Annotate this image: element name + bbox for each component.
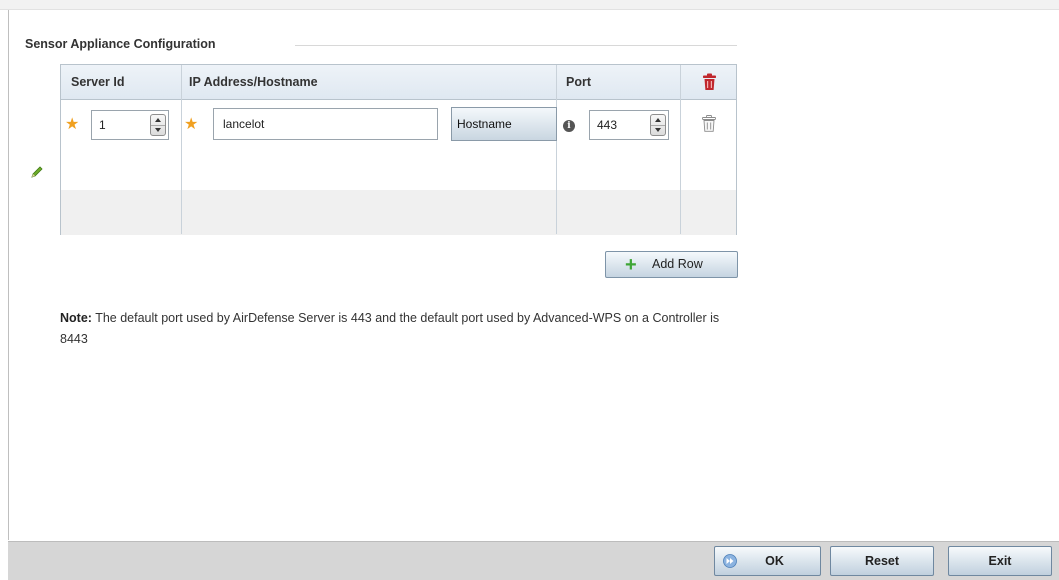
- left-border: [8, 10, 9, 540]
- decrement-button[interactable]: [151, 125, 165, 135]
- pencil-icon[interactable]: [29, 164, 45, 180]
- hostname-value[interactable]: lancelot: [223, 109, 264, 139]
- table-header: Server Id IP Address/Hostname Port: [61, 65, 736, 100]
- footer-bar: OK Reset Exit: [8, 541, 1059, 580]
- exit-button[interactable]: Exit: [948, 546, 1052, 576]
- top-border: [0, 0, 1059, 10]
- sensor-appliance-group: Sensor Appliance Configuration: [25, 37, 737, 55]
- required-star-icon: ★: [184, 116, 199, 133]
- reset-label: Reset: [864, 554, 900, 568]
- port-value[interactable]: 443: [597, 111, 617, 139]
- add-row-label: Add Row: [652, 257, 703, 271]
- caret-up-icon: [155, 118, 161, 122]
- column-divider: [556, 65, 557, 234]
- server-id-stepper[interactable]: 1: [91, 110, 169, 140]
- required-star-icon: ★: [65, 116, 80, 133]
- hostname-input[interactable]: lancelot: [213, 108, 438, 140]
- server-id-value[interactable]: 1: [99, 111, 106, 139]
- decrement-button[interactable]: [651, 125, 665, 135]
- header-server-id: Server Id: [71, 75, 125, 89]
- forward-icon: [723, 554, 737, 568]
- address-type-select[interactable]: Hostname: [451, 107, 557, 141]
- exit-label: Exit: [988, 554, 1012, 568]
- note-text: The default port used by AirDefense Serv…: [60, 311, 720, 346]
- server-id-spin-buttons[interactable]: [150, 114, 166, 136]
- ok-label: OK: [765, 554, 784, 568]
- caret-up-icon: [655, 118, 661, 122]
- sensor-table: Server Id IP Address/Hostname Port ★ 1 ★…: [60, 64, 737, 235]
- port-spin-buttons[interactable]: [650, 114, 666, 136]
- column-divider: [680, 65, 681, 234]
- add-row-button[interactable]: + Add Row: [605, 251, 738, 278]
- plus-icon: +: [625, 254, 637, 276]
- port-note: Note: The default port used by AirDefens…: [60, 308, 740, 350]
- ok-button[interactable]: OK: [714, 546, 821, 576]
- caret-down-icon: [655, 128, 661, 132]
- info-icon[interactable]: i: [563, 120, 575, 132]
- column-divider: [181, 65, 182, 234]
- header-port: Port: [566, 75, 591, 89]
- group-divider: [295, 45, 737, 46]
- delete-all-trash-icon[interactable]: [702, 73, 717, 91]
- trash-icon[interactable]: [702, 115, 716, 132]
- reset-button[interactable]: Reset: [830, 546, 934, 576]
- caret-down-icon: [155, 128, 161, 132]
- header-ip-hostname: IP Address/Hostname: [189, 75, 318, 89]
- table-row-empty: [61, 190, 736, 235]
- port-stepper[interactable]: 443: [589, 110, 669, 140]
- section-title: Sensor Appliance Configuration: [25, 37, 226, 51]
- table-row-empty: [61, 145, 736, 190]
- note-label: Note:: [60, 311, 92, 325]
